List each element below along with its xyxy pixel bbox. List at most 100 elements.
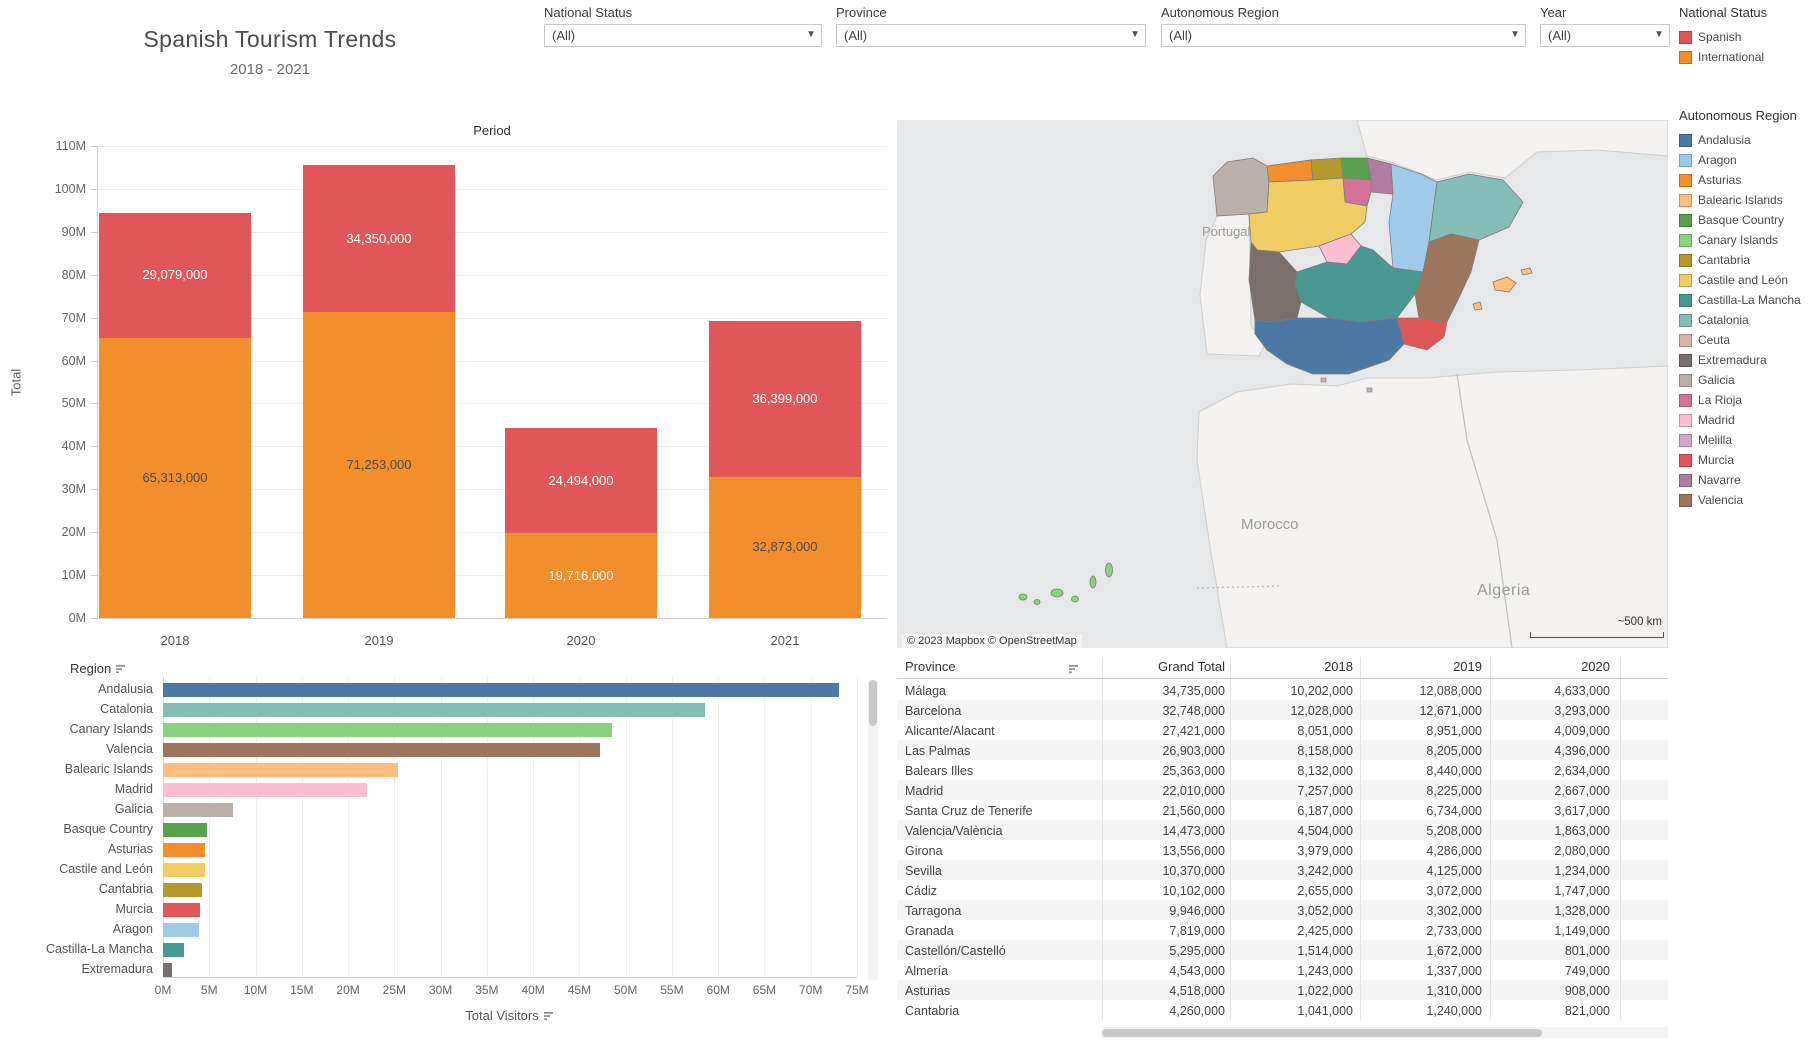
- region-bar-andalusia[interactable]: [163, 683, 839, 697]
- legend-item[interactable]: Galicia: [1679, 370, 1815, 390]
- table-cell[interactable]: 1,243,000: [1237, 964, 1353, 978]
- table-cell[interactable]: 10,102,000: [1107, 884, 1225, 898]
- chevron-down-icon[interactable]: ▼: [1654, 29, 1664, 40]
- table-cell[interactable]: 9,946,000: [1107, 904, 1225, 918]
- table-cell[interactable]: 3,302,000: [1367, 904, 1482, 918]
- table-cell[interactable]: 6,734,000: [1367, 804, 1482, 818]
- table-cell[interactable]: 27,421,000: [1107, 724, 1225, 738]
- table-cell[interactable]: 1,234,000: [1497, 864, 1610, 878]
- table-cell[interactable]: 4,518,000: [1107, 984, 1225, 998]
- table-cell[interactable]: 34,735,000: [1107, 684, 1225, 698]
- table-cell[interactable]: 8,225,000: [1367, 784, 1482, 798]
- national-status-dropdown[interactable]: (All) ▼: [544, 24, 822, 47]
- table-cell[interactable]: 749,000: [1497, 964, 1610, 978]
- table-cell[interactable]: 2,667,000: [1497, 784, 1610, 798]
- table-row-label[interactable]: Barcelona: [905, 704, 1095, 718]
- table-cell[interactable]: 1,514,000: [1237, 944, 1353, 958]
- table-cell[interactable]: 4,543,000: [1107, 964, 1225, 978]
- column-header-2019[interactable]: 2019: [1367, 659, 1482, 674]
- table-row-label[interactable]: Santa Cruz de Tenerife: [905, 804, 1095, 818]
- table-cell[interactable]: 22,010,000: [1107, 784, 1225, 798]
- table-row-label[interactable]: Alicante/Alacant: [905, 724, 1095, 738]
- legend-item[interactable]: Murcia: [1679, 450, 1815, 470]
- region-bar-murcia[interactable]: [163, 903, 200, 917]
- horizontal-scrollbar[interactable]: [1102, 1027, 1668, 1038]
- table-row-label[interactable]: Tarragona: [905, 904, 1095, 918]
- table-cell[interactable]: 1,149,000: [1497, 924, 1610, 938]
- column-header-2018[interactable]: 2018: [1237, 659, 1353, 674]
- region-bar-catalonia[interactable]: [163, 703, 705, 717]
- legend-item[interactable]: Balearic Islands: [1679, 190, 1815, 210]
- map-attribution[interactable]: © 2023 Mapbox © OpenStreetMap: [902, 634, 1082, 648]
- map-region-canary-islands[interactable]: [1106, 563, 1113, 577]
- chevron-down-icon[interactable]: ▼: [806, 29, 816, 40]
- table-cell[interactable]: 12,671,000: [1367, 704, 1482, 718]
- legend-item[interactable]: Canary Islands: [1679, 230, 1815, 250]
- table-cell[interactable]: 8,205,000: [1367, 744, 1482, 758]
- table-cell[interactable]: 3,293,000: [1497, 704, 1610, 718]
- table-row-label[interactable]: Almería: [905, 964, 1095, 978]
- legend-item[interactable]: Castilla-La Mancha: [1679, 290, 1815, 310]
- legend-item[interactable]: International: [1679, 47, 1815, 67]
- region-bar-extremadura[interactable]: [163, 963, 172, 977]
- table-row-label[interactable]: Málaga: [905, 684, 1095, 698]
- table-cell[interactable]: 4,633,000: [1497, 684, 1610, 698]
- table-cell[interactable]: 4,504,000: [1237, 824, 1353, 838]
- map-region-canary-islands[interactable]: [1019, 594, 1027, 600]
- table-row-label[interactable]: Girona: [905, 844, 1095, 858]
- map-region-canary-islands[interactable]: [1051, 589, 1063, 597]
- table-cell[interactable]: 10,202,000: [1237, 684, 1353, 698]
- table-cell[interactable]: 2,733,000: [1367, 924, 1482, 938]
- table-cell[interactable]: 1,328,000: [1497, 904, 1610, 918]
- legend-item[interactable]: Cantabria: [1679, 250, 1815, 270]
- chevron-down-icon[interactable]: ▼: [1130, 29, 1140, 40]
- chevron-down-icon[interactable]: ▼: [1510, 29, 1520, 40]
- table-cell[interactable]: 8,051,000: [1237, 724, 1353, 738]
- table-cell[interactable]: 3,242,000: [1237, 864, 1353, 878]
- table-cell[interactable]: 4,396,000: [1497, 744, 1610, 758]
- sort-icon[interactable]: [544, 1009, 555, 1024]
- legend-item[interactable]: Spanish: [1679, 27, 1815, 47]
- map-region-ceuta[interactable]: [1321, 378, 1326, 382]
- table-cell[interactable]: 3,979,000: [1237, 844, 1353, 858]
- table-cell[interactable]: 2,080,000: [1497, 844, 1610, 858]
- table-row-label[interactable]: Granada: [905, 924, 1095, 938]
- scrollbar-thumb[interactable]: [1102, 1029, 1542, 1037]
- table-cell[interactable]: 26,903,000: [1107, 744, 1225, 758]
- table-row-label[interactable]: Sevilla: [905, 864, 1095, 878]
- table-cell[interactable]: 8,440,000: [1367, 764, 1482, 778]
- map-region-melilla[interactable]: [1367, 388, 1372, 392]
- legend-item[interactable]: Aragon: [1679, 150, 1815, 170]
- region-bar-aragon[interactable]: [163, 923, 199, 937]
- table-cell[interactable]: 8,132,000: [1237, 764, 1353, 778]
- table-row-label[interactable]: Las Palmas: [905, 744, 1095, 758]
- table-row-label[interactable]: Cantabria: [905, 1004, 1095, 1018]
- table-cell[interactable]: 8,951,000: [1367, 724, 1482, 738]
- table-cell[interactable]: 4,286,000: [1367, 844, 1482, 858]
- table-cell[interactable]: 821,000: [1497, 1004, 1610, 1018]
- region-bar-cantabria[interactable]: [163, 883, 202, 897]
- legend-item[interactable]: Madrid: [1679, 410, 1815, 430]
- region-bar-canary-islands[interactable]: [163, 723, 612, 737]
- table-cell[interactable]: 908,000: [1497, 984, 1610, 998]
- region-bar-castilla-la-mancha[interactable]: [163, 943, 184, 957]
- table-row-label[interactable]: Madrid: [905, 784, 1095, 798]
- table-cell[interactable]: 3,052,000: [1237, 904, 1353, 918]
- table-cell[interactable]: 5,208,000: [1367, 824, 1482, 838]
- legend-item[interactable]: Asturias: [1679, 170, 1815, 190]
- table-cell[interactable]: 3,072,000: [1367, 884, 1482, 898]
- table-cell[interactable]: 1,022,000: [1237, 984, 1353, 998]
- table-cell[interactable]: 3,617,000: [1497, 804, 1610, 818]
- autonomous-region-dropdown[interactable]: (All) ▼: [1161, 24, 1526, 47]
- column-header-2020[interactable]: 2020: [1497, 659, 1610, 674]
- legend-item[interactable]: Catalonia: [1679, 310, 1815, 330]
- map-region-canary-islands[interactable]: [1034, 600, 1040, 605]
- table-row-label[interactable]: Cádiz: [905, 884, 1095, 898]
- map-region-la-rioja[interactable]: [1343, 178, 1371, 206]
- legend-item[interactable]: Valencia: [1679, 490, 1815, 510]
- table-cell[interactable]: 6,187,000: [1237, 804, 1353, 818]
- table-cell[interactable]: 13,556,000: [1107, 844, 1225, 858]
- legend-item[interactable]: Extremadura: [1679, 350, 1815, 370]
- table-cell[interactable]: 1,337,000: [1367, 964, 1482, 978]
- table-cell[interactable]: 4,260,000: [1107, 1004, 1225, 1018]
